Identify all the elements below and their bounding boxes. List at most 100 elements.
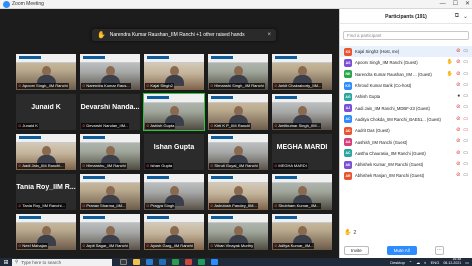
mic-muted-icon[interactable]: ⊘ [456,82,460,88]
clock[interactable]: 16:48 08-12-2021 [443,258,461,265]
participant-video-tile[interactable]: ⊘ Shubham Kumar_IIM... [272,174,332,210]
maximize-button[interactable]: ☐ [453,0,458,9]
participant-video-tile[interactable]: ⊘ Pranav Sharma_IIM... [80,174,140,210]
participant-row[interactable]: NK Narendra Kumar Raushan_IIM ... (Guest)… [340,69,472,80]
participant-video-tile[interactable]: ⊘ Apoorv Singh_IIM Ranchi [16,54,76,90]
popout-icon[interactable]: ⧉ [455,13,459,20]
participant-row[interactable]: KG Khrood Kumar Barik (Co-host) ⊘ ▭ [340,80,472,91]
virtual-background-banner [80,134,140,143]
participant-name-label: Pragya Singh [150,203,175,208]
participant-status-icons: ⊘ ▭ [456,138,468,144]
raised-hands-banner[interactable]: ✋ Narendra Kumar Raushan_IIM Ranchi +1 o… [92,29,276,41]
mic-muted-icon[interactable]: ⊘ [456,150,460,156]
minimize-button[interactable]: — [440,0,446,9]
windows-start-icon[interactable]: ⊞ [0,259,12,266]
mic-muted-icon[interactable]: ⊘ [456,71,460,77]
invite-button[interactable]: Invite [344,245,369,255]
participant-video-tile[interactable]: ⊘ Pragya Singh [144,174,204,210]
notification-icon[interactable]: ▭ [465,260,469,265]
taskbar-search-box[interactable]: ⚲ Type here to search [12,258,112,266]
camera-icon[interactable]: ▭ [463,71,468,77]
participant-video-tile[interactable]: ⊘ Amitkumar Singh_IIM... [272,94,332,130]
participant-video-tile[interactable]: ⊘ Kirti K P_IIM Ranchi [208,94,268,130]
participant-row[interactable]: AC Aaditya Chokda_IIM Ranchi_BAE51... (Gu… [340,114,472,125]
camera-icon[interactable]: ▭ [463,82,468,88]
spotify-icon[interactable] [198,259,205,265]
participant-video-tile[interactable]: ⊘ Ayush Garg_IIM Ranchi [144,214,204,250]
participant-video-tile[interactable]: ⊘ Himanshi Singh_IIM Ranchi [208,54,268,90]
camera-icon[interactable]: ▭ [463,48,468,54]
chevron-up-icon[interactable]: ⌃ [409,260,412,265]
participant-video-tile[interactable]: ⊘ Aditya Kumar_IIM... [272,214,332,250]
participant-video-tile[interactable]: ⊘ Ankit Chakraborty_IIM... [272,54,332,90]
camera-icon[interactable]: ▭ [463,138,468,144]
participant-video-tile[interactable]: ⊘ Kajal Singh2 [144,54,204,90]
close-banner-icon[interactable]: × [267,32,271,38]
participant-video-tile[interactable]: ⊘ Ashutosh Pandey_IIM... [208,174,268,210]
avatar: NK [344,70,352,79]
participant-video-tile[interactable]: ⊘ Narendra Kumar Raus... [80,54,140,90]
file-explorer-icon[interactable] [133,259,140,265]
mute-all-button[interactable]: Mute All [386,245,417,255]
participant-video-tile[interactable]: ⊘ Aadi Jain_IIM Ranchi... [16,134,76,170]
mic-muted-icon[interactable]: ⊘ [456,172,460,178]
virtual-background-banner [80,54,140,63]
participant-name-caption: ⊘ Ashish Gupta [145,123,176,129]
zoom-taskbar-icon[interactable] [211,259,218,265]
mic-muted-icon[interactable]: ⊘ [456,138,460,144]
participant-row[interactable]: AD Aadrit Das (Guest) ⊘ ▭ [340,125,472,136]
task-view-icon[interactable] [120,259,127,265]
muted-mic-icon: ⊘ [146,123,150,128]
participant-row[interactable]: AA Aashish_IIM Ranchi (Guest) ⊘ ▭ [340,136,472,147]
network-icon[interactable]: ☁ [416,260,420,265]
muted-mic-icon: ⊘ [18,83,22,88]
participant-video-tile[interactable]: Junaid K ⊘ Junaid K [16,94,76,130]
camera-icon[interactable]: ▭ [463,104,468,110]
participant-row[interactable]: AJ Aadi Jain_IIM Ranchi_MDBF-23 (Guest) ⊘ ▭ [340,102,472,113]
camera-icon[interactable]: ▭ [463,59,468,65]
mic-muted-icon[interactable]: ⊘ [456,59,460,65]
mic-muted-icon[interactable]: ⊘ [456,116,460,122]
camera-icon[interactable]: ▭ [463,93,468,99]
participant-row[interactable]: AC Aastha Chaurasia_IIM Ranchi (Guest) ⊘ ▭ [340,148,472,159]
camera-icon[interactable]: ▭ [463,172,468,178]
participant-video-tile[interactable]: ⊘ Arpit Sagar_IIM Ranchi [80,214,140,250]
excel-icon[interactable] [172,259,179,265]
camera-off-icon[interactable]: ▭ [463,116,468,122]
participant-row[interactable]: AR Abhishek Ranjan_IIM Ranchi (Guest) ⊘ ▭ [340,170,472,181]
participant-status-icons: ⊘ ▭ [456,82,468,88]
close-button[interactable]: ✕ [465,0,470,9]
volume-icon[interactable]: 🔈︎ [424,260,426,265]
camera-icon[interactable]: ▭ [463,150,468,156]
participant-video-tile[interactable]: ⊘ Shruti Goyal_IIM Ranchi [208,134,268,170]
participant-video-tile[interactable]: Devarshi Nanda... ⊘ Devarshi Nandan_IIM... [80,94,140,130]
participant-video-tile[interactable]: ⊘ Vihan Vinayak Murthy [208,214,268,250]
camera-off-icon[interactable]: ▭ [463,127,468,133]
desktop-label[interactable]: Desktop [390,260,405,265]
mic-muted-icon[interactable]: ⊘ [456,104,460,110]
edge-browser-icon[interactable] [146,259,153,265]
chrome-icon[interactable] [185,259,192,265]
chevron-down-icon[interactable]: ⌄ [463,13,468,20]
participant-display-name: Tania Roy_IIM R... [16,184,76,191]
camera-icon[interactable]: ▭ [463,161,468,167]
participant-video-tile[interactable]: MEGHA MARDI ⊘ MEGHA MARDI [272,134,332,170]
participant-video-tile[interactable]: ⊘ Neel Mahajan [16,214,76,250]
mic-muted-icon[interactable]: ⊘ [456,161,460,167]
participant-search-input[interactable] [343,31,469,40]
participant-row[interactable]: AG Ashish Gupta ● ▭ [340,91,472,102]
participant-row[interactable]: AK Abhishek Kumar_IIM Ranchi (Guest) ⊘ ▭ [340,159,472,170]
participant-row[interactable]: AS Apoorv Singh_IIM Ranchi (Guest) ✋ ⊘ ▭ [340,57,472,68]
virtual-background-banner [272,54,332,63]
mail-icon[interactable] [159,259,166,265]
participant-row[interactable]: KS Kajal Singh2 (Host, me) ⊘ ▭ [340,46,472,58]
participant-video-tile[interactable]: ⊘ Himanshu_IIM Ranchi [80,134,140,170]
participant-video-tile[interactable]: ⊘ Ashish Gupta [143,93,205,131]
more-options-button[interactable]: ··· [434,245,444,255]
participant-video-tile[interactable]: Ishan Gupta ⊘ Ishan Gupta [144,134,204,170]
mic-muted-icon[interactable]: ⊘ [456,48,460,54]
participant-video-tile[interactable]: Tania Roy_IIM R... ⊘ Tania Roy_IIM Ranchi.… [16,174,76,210]
mic-muted-icon[interactable]: ⊘ [456,127,460,133]
mic-icon[interactable]: ● [457,93,460,99]
language-indicator[interactable]: ENG [431,260,440,265]
